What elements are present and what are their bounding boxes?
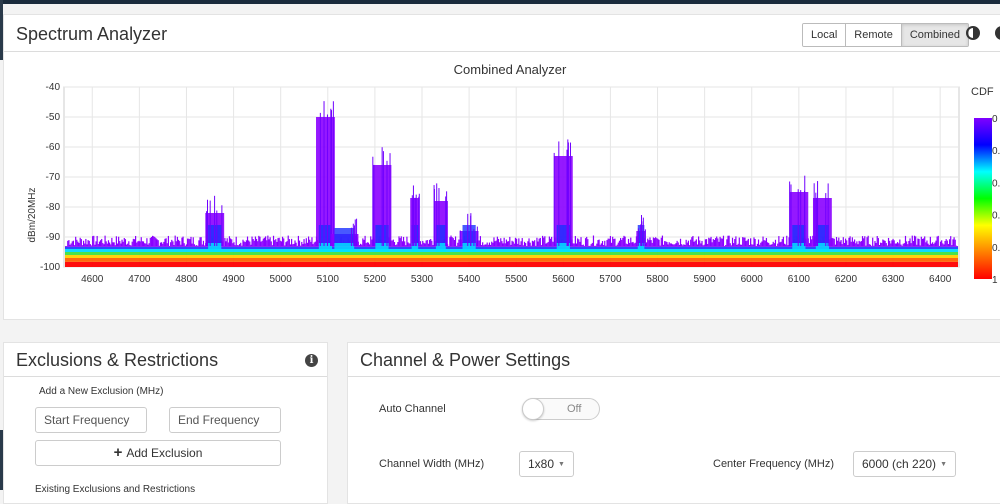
center-frequency-label: Center Frequency (MHz) xyxy=(713,458,835,470)
x-tick-label: 5200 xyxy=(364,274,387,285)
y-tick-label: -40 xyxy=(46,82,61,93)
x-tick-label: 5800 xyxy=(646,274,669,285)
cdf-colorbar xyxy=(974,118,992,279)
noise-floor-band xyxy=(65,258,958,262)
colorbar-tick-label: 0.2 xyxy=(992,146,1000,157)
add-exclusion-button-label: Add Exclusion xyxy=(126,446,203,460)
colorbar-tick-label: 0.4 xyxy=(992,178,1000,189)
chart-title: Combined Analyzer xyxy=(454,62,567,77)
noise-floor-band xyxy=(65,261,958,267)
spectrum-analyzer-panel: Spectrum Analyzer Local Remote Combined … xyxy=(3,14,1000,320)
exclusions-title-divider xyxy=(4,376,327,377)
x-tick-label: 4700 xyxy=(128,274,151,285)
x-tick-label: 4600 xyxy=(81,274,104,285)
signal-peak-base xyxy=(435,243,446,252)
x-tick-label: 5700 xyxy=(599,274,622,285)
colorbar-tick-label: 0 xyxy=(992,114,998,125)
exclusions-title: Exclusions & Restrictions xyxy=(16,350,219,370)
auto-channel-toggle[interactable]: Off xyxy=(522,398,600,420)
y-axis-label: dBm/20MHz xyxy=(27,187,38,242)
x-tick-label: 4900 xyxy=(222,274,245,285)
x-tick-label: 5900 xyxy=(694,274,717,285)
noise-floor-band xyxy=(65,252,958,255)
y-tick-label: -80 xyxy=(46,202,61,213)
x-tick-label: 6100 xyxy=(788,274,811,285)
spectrum-chart: Combined Analyzer dBm/20MHz CDF 4600 4700… xyxy=(27,62,1000,286)
channel-title-divider xyxy=(348,376,1000,377)
channel-width-value: 1x80 xyxy=(528,457,555,471)
window-top-bar xyxy=(0,0,1000,4)
signal-peak-core xyxy=(792,225,806,246)
y-tick-label: -60 xyxy=(46,142,61,153)
x-tick-label: 5300 xyxy=(411,274,434,285)
start-frequency-input[interactable]: Start Frequency xyxy=(35,407,147,433)
y-tick-label: -70 xyxy=(46,172,61,183)
auto-channel-state: Off xyxy=(567,403,582,415)
end-frequency-input[interactable]: End Frequency xyxy=(169,407,281,433)
y-tick-label: -50 xyxy=(46,112,61,123)
colorbar-label: CDF xyxy=(971,86,994,98)
channel-width-dropdown[interactable]: 1x80 ▼ xyxy=(519,451,574,477)
center-frequency-dropdown[interactable]: 6000 (ch 220) ▼ xyxy=(853,451,956,477)
colorbar-tick-label: 1 xyxy=(992,275,998,286)
x-tick-label: 6200 xyxy=(835,274,858,285)
center-frequency-value: 6000 (ch 220) xyxy=(862,457,937,471)
x-tick-label: 6000 xyxy=(741,274,764,285)
plus-icon: + xyxy=(113,444,123,461)
colorbar-tick-label: 0.8 xyxy=(992,243,1000,254)
add-exclusion-button[interactable]: + Add Exclusion xyxy=(35,440,281,466)
signal-peak-base xyxy=(792,243,806,252)
exclusions-info-icon[interactable]: i xyxy=(305,354,318,367)
toggle-knob xyxy=(522,398,544,420)
x-tick-label: 5600 xyxy=(552,274,575,285)
channel-power-panel: Channel & Power Settings Auto Channel Of… xyxy=(347,342,1000,504)
x-tick-label: 6300 xyxy=(882,274,905,285)
exclusions-panel: Exclusions & Restrictions i Add a New Ex… xyxy=(3,342,328,504)
add-exclusion-label: Add a New Exclusion (MHz) xyxy=(39,386,164,397)
window-left-edge-lower xyxy=(0,430,3,490)
x-tick-label: 6400 xyxy=(929,274,952,285)
chevron-down-icon: ▼ xyxy=(940,460,947,468)
channel-width-label: Channel Width (MHz) xyxy=(379,458,485,470)
colorbar-tick-label: 0.6 xyxy=(992,211,1000,222)
noise-floor-band xyxy=(65,255,958,258)
x-tick-label: 5000 xyxy=(270,274,293,285)
x-tick-label: 4800 xyxy=(175,274,198,285)
y-tick-label: -90 xyxy=(46,232,61,243)
channel-power-title: Channel & Power Settings xyxy=(360,350,571,370)
x-tick-label: 5400 xyxy=(458,274,481,285)
signal-peak-core xyxy=(435,225,446,246)
y-tick-label: -100 xyxy=(40,262,60,273)
chevron-down-icon: ▼ xyxy=(558,460,565,468)
x-tick-label: 5500 xyxy=(505,274,528,285)
auto-channel-label: Auto Channel xyxy=(379,403,446,415)
x-tick-label: 5100 xyxy=(317,274,340,285)
